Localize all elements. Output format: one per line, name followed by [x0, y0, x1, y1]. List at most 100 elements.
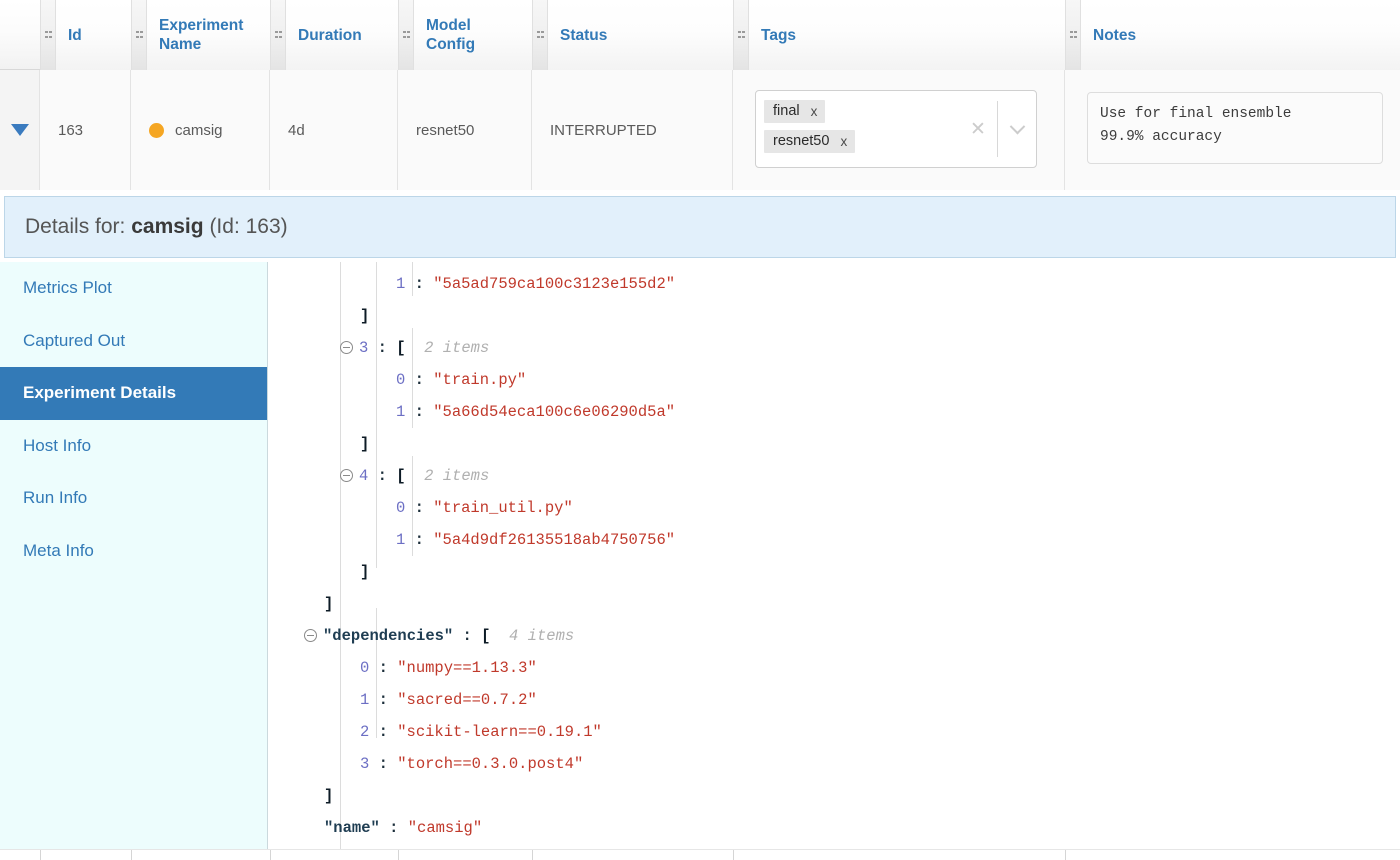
cell-duration-value: 4d — [288, 121, 305, 139]
cell-status-value: INTERRUPTED — [550, 121, 657, 139]
json-line: 2 : "scikit-learn==0.19.1" — [268, 716, 1400, 748]
column-header-duration[interactable]: Duration — [286, 0, 398, 70]
sidebar-item-metrics-plot[interactable]: Metrics Plot — [0, 262, 267, 315]
json-colon: : — [405, 499, 434, 517]
sidebar-item-label: Meta Info — [23, 540, 94, 560]
json-value: "train.py" — [433, 371, 527, 389]
column-resize-handle-id[interactable] — [40, 0, 56, 70]
column-header-status[interactable]: Status — [548, 0, 733, 70]
json-colon: : — [369, 755, 398, 773]
triangle-down-icon[interactable] — [10, 124, 29, 136]
details-experiment-name: camsig — [131, 215, 204, 238]
cell-notes[interactable]: Use for final ensemble 99.9% accuracy — [1065, 70, 1400, 190]
column-resize-handle-status[interactable] — [532, 0, 548, 70]
json-line: 4 : [ 2 items — [268, 460, 1400, 492]
sidebar-item-captured-out[interactable]: Captured Out — [0, 315, 267, 368]
drag-dots-icon — [737, 30, 745, 40]
json-value: "5a66d54eca100c6e06290d5a" — [433, 403, 676, 421]
json-line: "dependencies" : [ 4 items — [268, 620, 1400, 652]
table-bottom-border — [0, 849, 1400, 860]
sidebar-item-label: Host Info — [23, 435, 92, 455]
column-resize-handle-duration[interactable] — [270, 0, 286, 70]
collapse-minus-icon[interactable] — [340, 469, 353, 482]
json-bracket: ] — [360, 563, 370, 581]
column-header-label: Id — [68, 26, 82, 44]
json-line: 1 : "sacred==0.7.2" — [268, 684, 1400, 716]
sidebar-item-label: Run Info — [23, 488, 88, 508]
json-colon: : — [369, 723, 398, 741]
collapse-minus-icon[interactable] — [340, 341, 353, 354]
details-title: Details for: camsig (Id: 163) — [5, 215, 288, 239]
json-line: ] — [268, 780, 1400, 812]
cell-experiment-name-value: camsig — [175, 121, 223, 139]
cell-model-config[interactable]: resnet50 — [398, 70, 532, 190]
notes-textarea[interactable]: Use for final ensemble 99.9% accuracy — [1087, 92, 1383, 164]
tag-remove-icon[interactable]: x — [811, 104, 818, 119]
column-header-label: Notes — [1093, 26, 1137, 44]
tag-chip-label: final — [773, 103, 800, 119]
json-key: 1 — [396, 531, 406, 549]
json-colon: : — [369, 659, 398, 677]
cell-tags[interactable]: final x resnet50 x ✕ — [733, 70, 1065, 190]
tags-multiselect[interactable]: final x resnet50 x ✕ — [755, 90, 1037, 168]
sidebar-item-meta-info[interactable]: Meta Info — [0, 525, 267, 578]
json-colon: : — [405, 403, 434, 421]
json-key: 3 — [360, 755, 370, 773]
cell-model-config-value: resnet50 — [416, 121, 475, 139]
cell-id[interactable]: 163 — [40, 70, 131, 190]
column-header-label: Tags — [761, 26, 797, 44]
column-header-tags[interactable]: Tags — [749, 0, 1065, 70]
column-header-model-config[interactable]: Model Config — [414, 0, 532, 70]
json-line: 3 : "torch==0.3.0.post4" — [268, 748, 1400, 780]
json-colon: : — [368, 339, 397, 357]
collapse-minus-icon[interactable] — [304, 629, 317, 642]
json-line: ] — [268, 300, 1400, 332]
json-line: 1 : "5a66d54eca100c6e06290d5a" — [268, 396, 1400, 428]
tags-chip-list: final x resnet50 x — [756, 91, 959, 167]
column-header-label: Model Config — [426, 17, 476, 53]
sidebar-item-experiment-details[interactable]: Experiment Details — [0, 367, 267, 420]
json-key: "dependencies" — [323, 627, 454, 645]
json-value: "5a5ad759ca100c3123e155d2" — [433, 275, 676, 293]
column-resize-handle-config[interactable] — [398, 0, 414, 70]
json-colon: : — [369, 691, 398, 709]
experiment-details-json-viewer[interactable]: 1 : "5a5ad759ca100c3123e155d2"] 3 : [ 2 i… — [268, 262, 1400, 850]
tag-remove-icon[interactable]: x — [840, 134, 847, 149]
sidebar-item-run-info[interactable]: Run Info — [0, 472, 267, 525]
json-item-count: 4 items — [490, 627, 575, 645]
json-line: 3 : [ 2 items — [268, 332, 1400, 364]
row-expand-toggle[interactable] — [0, 70, 40, 190]
tag-chip[interactable]: final x — [764, 100, 826, 123]
json-key: 1 — [396, 275, 406, 293]
cell-duration[interactable]: 4d — [270, 70, 398, 190]
drag-dots-icon — [402, 30, 410, 40]
sidebar-item-label: Captured Out — [23, 330, 126, 350]
json-bracket: ] — [324, 595, 334, 613]
json-value: "scikit-learn==0.19.1" — [397, 723, 602, 741]
cell-experiment-name[interactable]: camsig — [131, 70, 270, 190]
json-key: 0 — [360, 659, 370, 677]
sidebar-item-label: Metrics Plot — [23, 278, 112, 298]
json-value: "sacred==0.7.2" — [397, 691, 537, 709]
json-value: "numpy==1.13.3" — [397, 659, 537, 677]
column-header-experiment-name[interactable]: Experiment Name — [147, 0, 270, 70]
json-line: ] — [268, 428, 1400, 460]
column-header-id[interactable]: Id — [56, 0, 131, 70]
json-colon: : — [405, 531, 434, 549]
json-colon: : — [405, 371, 434, 389]
drag-dots-icon — [44, 30, 52, 40]
chevron-down-icon[interactable] — [998, 118, 1036, 135]
cell-status[interactable]: INTERRUPTED — [532, 70, 733, 190]
column-header-notes[interactable]: Notes — [1081, 0, 1400, 70]
tag-chip[interactable]: resnet50 x — [764, 130, 856, 153]
clear-tags-icon[interactable]: ✕ — [959, 118, 997, 141]
tag-chip-label: resnet50 — [773, 133, 830, 149]
details-header: Details for: camsig (Id: 163) — [4, 196, 1396, 258]
json-colon: : — [379, 819, 408, 837]
column-resize-handle-tags[interactable] — [733, 0, 749, 70]
column-header-label: Status — [560, 26, 608, 44]
column-header-label: Experiment Name — [159, 17, 244, 53]
column-resize-handle-name[interactable] — [131, 0, 147, 70]
column-resize-handle-notes[interactable] — [1065, 0, 1081, 70]
sidebar-item-host-info[interactable]: Host Info — [0, 420, 267, 473]
